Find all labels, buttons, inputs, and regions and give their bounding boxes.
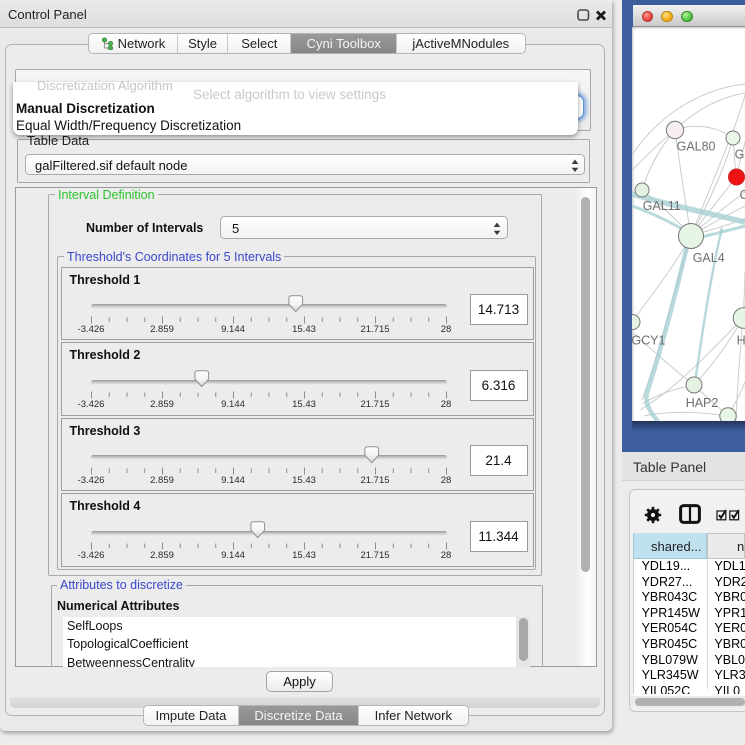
- svg-text:GAL11: GAL11: [643, 199, 681, 213]
- svg-text:GCY1: GCY1: [632, 334, 665, 348]
- svg-text:GAL80: GAL80: [677, 140, 716, 154]
- svg-text:G.: G.: [735, 148, 745, 162]
- svg-text:HAP2: HAP2: [686, 396, 719, 410]
- svg-text:GAL4: GAL4: [693, 251, 725, 265]
- svg-text:H: H: [737, 334, 745, 348]
- svg-text:C: C: [740, 188, 745, 202]
